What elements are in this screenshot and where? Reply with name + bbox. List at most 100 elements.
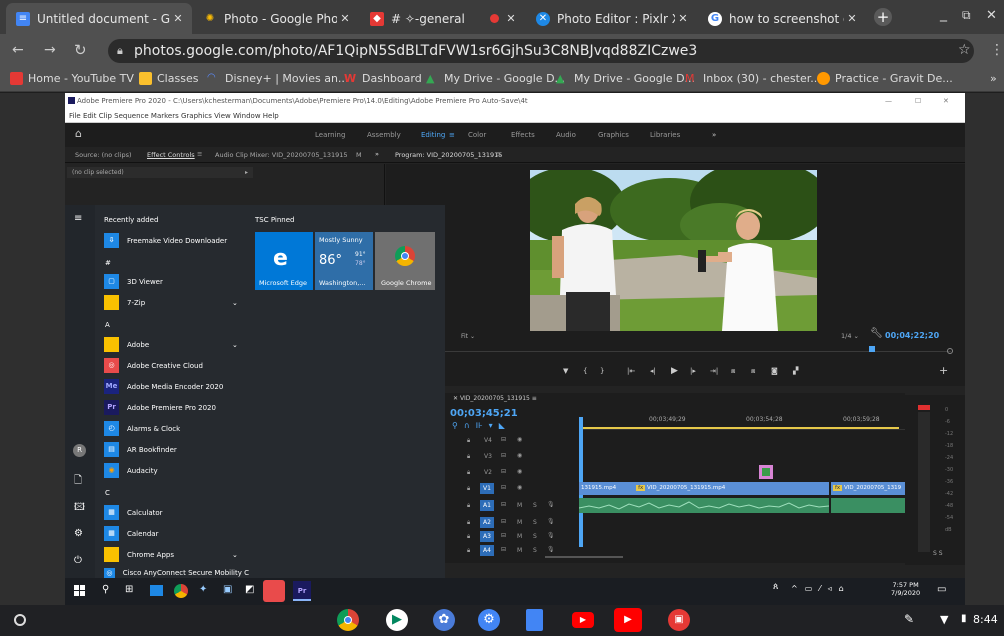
hamburger-icon[interactable]: ≡	[74, 213, 82, 224]
restore-icon[interactable]: ☐	[915, 93, 921, 109]
ws-graphics[interactable]: Graphics	[598, 131, 629, 139]
palette-icon[interactable]: ✿	[433, 609, 455, 631]
ws-assembly[interactable]: Assembly	[367, 131, 401, 139]
add-button-icon[interactable]: +	[939, 364, 948, 377]
track-v2[interactable]: 🔒︎ V2 ⊟ ◉	[445, 465, 905, 480]
letter-hash[interactable]: #	[105, 259, 111, 267]
tab-program[interactable]: Program: VID_20200705_131915	[395, 151, 502, 159]
microphone-icon[interactable]: 🎙︎	[547, 546, 555, 553]
bookmarks-more[interactable]: »	[990, 72, 997, 85]
battery-icon[interactable]: ▮	[961, 613, 967, 624]
mark-in-icon[interactable]: {	[583, 367, 587, 375]
chrome-icon[interactable]	[337, 609, 359, 631]
panel-menu-icon[interactable]: ≡	[496, 150, 501, 158]
tile-edge[interactable]: e Microsoft Edge	[255, 232, 313, 290]
track-v3[interactable]: 🔒︎ V3 ⊟ ◉	[445, 449, 905, 464]
extract-icon[interactable]: ⧈	[751, 367, 755, 376]
app-ar-bookfinder[interactable]: ▤ AR Bookfinder	[104, 442, 177, 457]
sync-icon[interactable]: ⊟	[501, 501, 506, 508]
no-clip-field[interactable]: (no clip selected) ▸	[67, 167, 253, 178]
close-icon[interactable]: ✕	[337, 12, 353, 25]
sync-icon[interactable]: ⊟	[501, 436, 506, 443]
solo-button[interactable]: S	[533, 547, 537, 554]
track-a1[interactable]: 🔒︎ A1 ⊟ M S 🎙︎	[445, 497, 905, 514]
app-calendar[interactable]: ▦ Calendar	[104, 526, 158, 541]
marker-icon[interactable]: ▼	[563, 367, 568, 375]
mute-button[interactable]: M	[517, 519, 522, 526]
notification-icon[interactable]: ▭	[937, 584, 946, 595]
work-area-bar[interactable]	[579, 427, 899, 429]
lock-icon[interactable]: 🔒︎	[467, 453, 470, 461]
solo-button[interactable]: S	[533, 533, 537, 540]
play-store-icon[interactable]: ▶	[386, 609, 408, 631]
tab-audio-clip-mixer[interactable]: Audio Clip Mixer: VID_20200705_131915	[215, 151, 348, 159]
app-calculator[interactable]: ▦ Calculator	[104, 505, 163, 520]
app-media-encoder[interactable]: Me Adobe Media Encoder 2020	[104, 379, 223, 394]
time-ruler[interactable]: 00;03;49;29 00;03;54;28 00;03;59;28	[579, 410, 905, 430]
lock-icon[interactable]: 🔒︎	[467, 437, 470, 445]
tile-chrome[interactable]: Google Chrome	[375, 232, 435, 290]
mute-button[interactable]: M	[517, 533, 522, 540]
ws-more[interactable]: »	[712, 131, 716, 139]
task-view-icon[interactable]: ⊞	[125, 584, 133, 595]
eye-icon[interactable]: ◉	[517, 484, 522, 491]
tab-pixlr[interactable]: ✕ Photo Editor : Pixlr X - free ✕	[526, 3, 697, 34]
settings-icon[interactable]: ⚙︎	[74, 528, 83, 539]
sync-icon[interactable]: ⊟	[501, 546, 506, 553]
chrome-taskbar-icon[interactable]	[174, 584, 188, 598]
close-icon[interactable]: ✕	[170, 12, 186, 25]
ws-effects[interactable]: Effects	[511, 131, 535, 139]
windows-start-icon[interactable]	[74, 585, 85, 596]
step-back-icon[interactable]: ◂|	[650, 367, 656, 375]
menu-icon[interactable]: ⋮	[990, 42, 1004, 58]
play-icon[interactable]: ▶	[671, 366, 678, 376]
screen-icon[interactable]: ▣	[223, 584, 232, 595]
bookmark-disney[interactable]: ◠ Disney+ | Movies an...	[207, 72, 348, 85]
solo-indicators[interactable]: S S	[933, 550, 943, 557]
tab-docs[interactable]: ≡ Untitled document - Goog ✕	[6, 3, 192, 34]
app-7zip[interactable]: 7-Zip ⌄	[104, 295, 249, 310]
microphone-icon[interactable]: 🎙︎	[547, 518, 555, 525]
stylus-icon[interactable]: ✎	[904, 612, 914, 626]
youtube-tv-icon[interactable]: ▶	[614, 608, 642, 632]
avatar[interactable]: R	[73, 444, 86, 457]
google-docs-icon[interactable]	[526, 609, 543, 631]
timeline-timecode[interactable]: 00;03;45;21	[450, 408, 518, 419]
close-icon[interactable]: ✕	[844, 12, 860, 25]
sync-icon[interactable]: ⊟	[501, 484, 506, 491]
track-v1[interactable]: 🔒︎ V1 ⊟ ◉ 131915.mp4 fx VID_20200705_131915.…	[445, 481, 905, 496]
mail-icon[interactable]	[150, 585, 163, 596]
settings-gear-icon[interactable]: ⚙︎	[478, 609, 500, 631]
app-audacity[interactable]: ◉ Audacity	[104, 463, 158, 478]
app-premiere[interactable]: Pr Adobe Premiere Pro 2020	[104, 400, 216, 415]
panel-more-icon[interactable]: »	[375, 150, 379, 158]
tab-discord[interactable]: ◆ # ✧-general ✕	[360, 3, 525, 34]
back-icon[interactable]: ←	[12, 42, 24, 58]
sequence-tab[interactable]: ✕ VID_20200705_131915 ≡	[453, 395, 537, 402]
video-clip[interactable]: 131915.mp4 fx VID_20200705_131915.mp4	[579, 482, 829, 495]
people-icon[interactable]: ጰ	[773, 582, 778, 592]
lock-icon[interactable]: 🔒︎	[467, 485, 470, 493]
shelf-time[interactable]: 8:44	[973, 613, 998, 626]
program-timecode[interactable]: 00;04;22;20	[885, 331, 939, 340]
mark-out-icon[interactable]: }	[600, 367, 604, 375]
lock-icon[interactable]: 🔒︎	[467, 469, 470, 477]
bookmark-youtube-tv[interactable]: Home - YouTube TV	[10, 72, 134, 85]
step-forward-icon[interactable]: |▸	[690, 367, 696, 375]
fit-dropdown[interactable]: Fit ⌄	[461, 333, 475, 340]
app-cisco[interactable]: ◎ Cisco AnyConnect Secure Mobility C	[104, 568, 249, 578]
panel-menu-icon[interactable]: ≡	[197, 150, 202, 158]
sync-icon[interactable]: ⊟	[501, 468, 506, 475]
tab-m[interactable]: M	[356, 151, 362, 159]
app-adobe[interactable]: Adobe ⌄	[104, 337, 249, 352]
close-window-icon[interactable]: ✕	[986, 8, 997, 23]
close-icon[interactable]: ✕	[675, 12, 691, 25]
horizontal-scrollbar[interactable]	[545, 556, 623, 558]
lock-icon[interactable]: 🔒︎	[467, 547, 470, 555]
clock[interactable]: 7:57 PM 7/9/2020	[891, 581, 920, 597]
lift-icon[interactable]: ⧈	[731, 367, 735, 376]
bookmark-drive-1[interactable]: ▲ My Drive - Google D...	[426, 72, 565, 85]
app-chrome-apps[interactable]: Chrome Apps ⌄	[104, 547, 249, 562]
lock-icon[interactable]: 🔒︎	[467, 533, 470, 541]
graphic-clip[interactable]	[759, 465, 773, 479]
